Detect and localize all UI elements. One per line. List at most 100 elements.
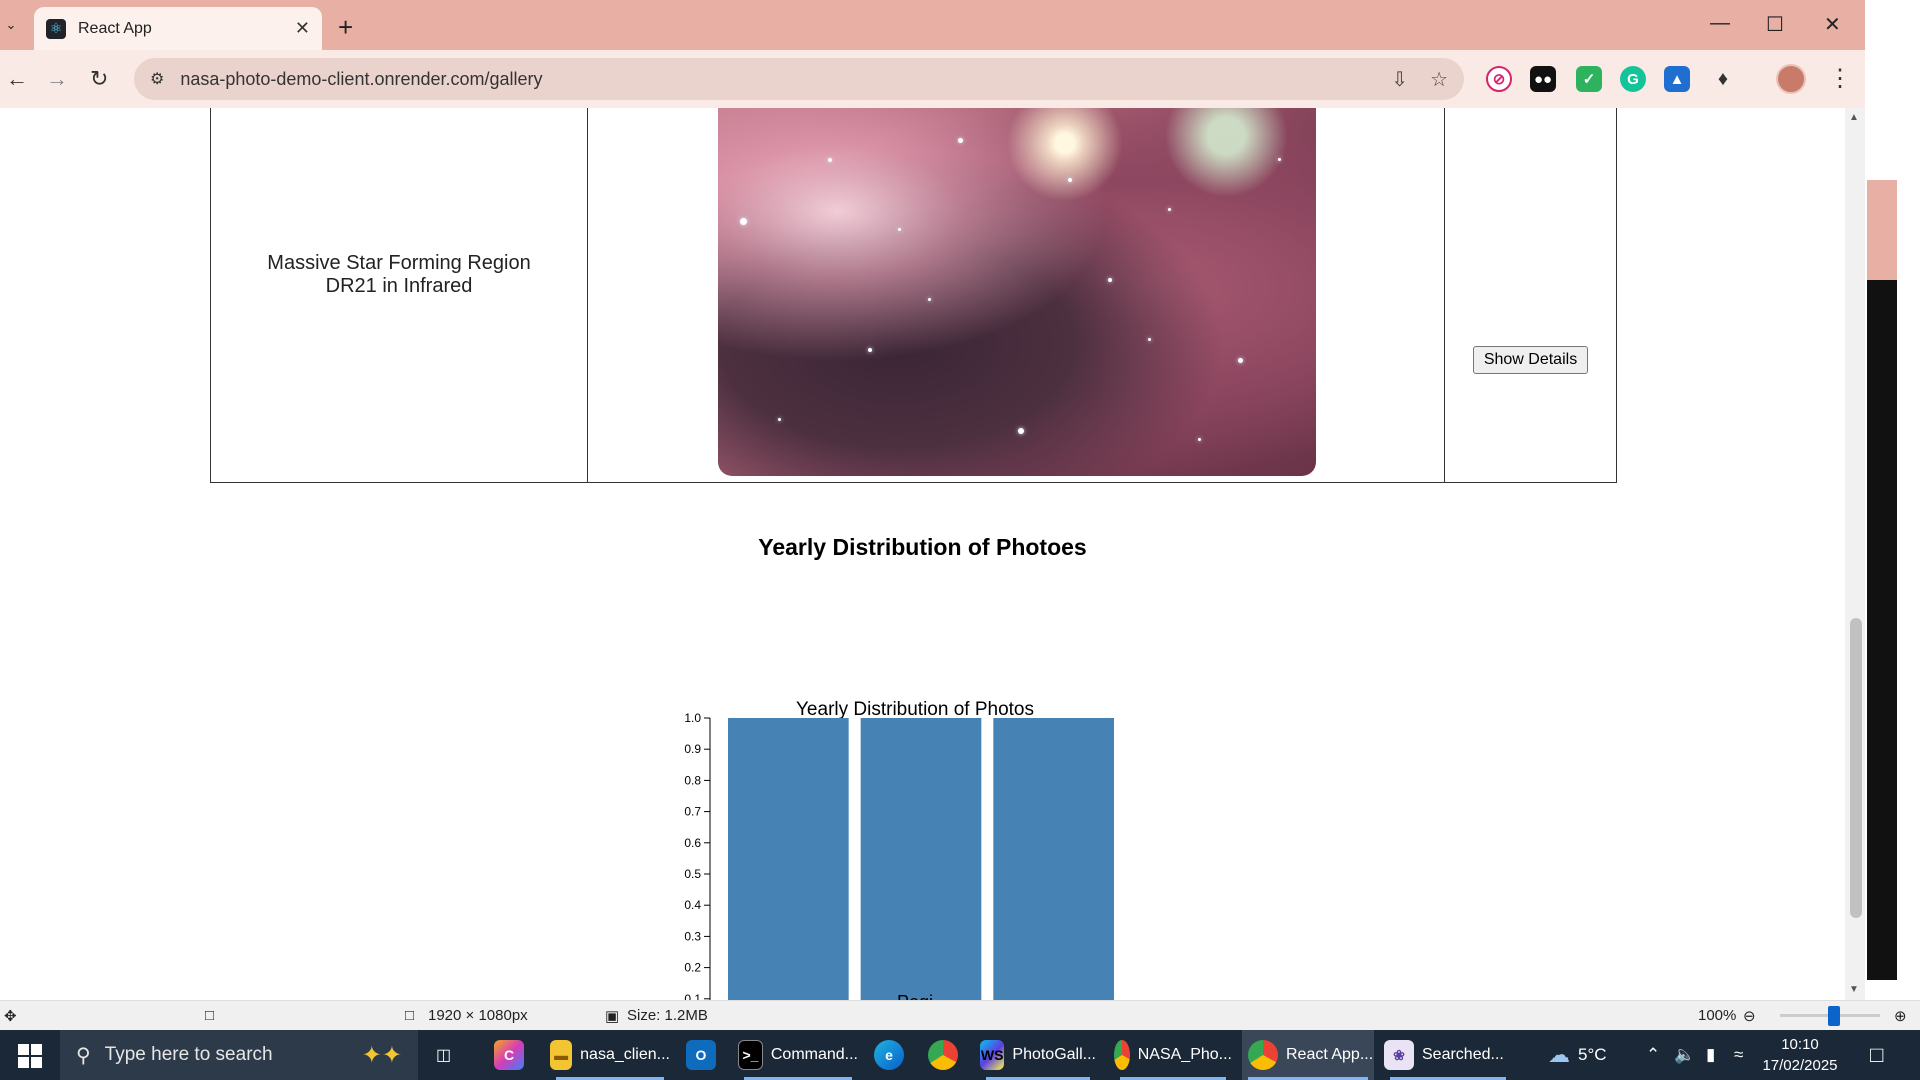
edge-icon: e: [874, 1040, 904, 1070]
search-icon: ⚲: [76, 1044, 91, 1067]
browser-menu-icon[interactable]: ⋮: [1828, 64, 1852, 93]
weather-temp: 5°C: [1578, 1045, 1607, 1064]
battery-icon[interactable]: ▮: [1706, 1030, 1715, 1080]
taskbar-item-label: React App...: [1286, 1046, 1374, 1063]
extensions-puzzle-icon[interactable]: ♦: [1710, 66, 1736, 92]
taskbar-item-label: PhotoGall...: [1012, 1046, 1096, 1063]
copilot-app[interactable]: C: [494, 1030, 532, 1080]
taskbar-item-label: Command...: [770, 1046, 858, 1063]
block-extension-icon[interactable]: ⊘: [1486, 66, 1512, 92]
search-placeholder: Type here to search: [104, 1044, 273, 1065]
tab-strip: ⌄ ⚛ React App ✕ + — ☐ ✕: [0, 0, 1865, 50]
terminal-icon: >_: [738, 1040, 763, 1070]
taskbar-item-webstorm[interactable]: WS PhotoGall...: [980, 1030, 1096, 1080]
photo-title: Massive Star Forming Region DR21 in Infr…: [267, 252, 531, 297]
image-extension-icon[interactable]: ▲: [1664, 66, 1690, 92]
photo-action-cell: Show Details: [1445, 108, 1616, 482]
chrome-icon: [1248, 1040, 1278, 1070]
taskbar-item-label: Searched...: [1422, 1046, 1504, 1063]
taskbar-item-paint[interactable]: ❀ Searched...: [1384, 1030, 1512, 1080]
browser-tab[interactable]: ⚛ React App ✕: [34, 7, 322, 50]
new-tab-plus-icon[interactable]: +: [338, 12, 353, 43]
outlook-app[interactable]: O: [686, 1030, 724, 1080]
photo-title-cell: Massive Star Forming Region DR21 in Infr…: [211, 108, 588, 482]
chart-bar: [993, 718, 1114, 1000]
window-close-icon[interactable]: ✕: [1824, 12, 1841, 37]
zoom-slider-knob[interactable]: [1828, 1006, 1840, 1026]
tab-search-chevron-icon[interactable]: ⌄: [0, 8, 22, 42]
move-icon[interactable]: ✥: [4, 1007, 17, 1025]
weather-widget[interactable]: ☁ 5°C: [1548, 1030, 1607, 1080]
scrollbar-thumb[interactable]: [1850, 618, 1862, 918]
forward-arrow-icon[interactable]: →: [46, 66, 68, 92]
tray-chevron-icon[interactable]: ⌃: [1646, 1030, 1660, 1080]
cloud-icon: ☁: [1548, 1042, 1570, 1067]
side-panel: [1865, 0, 1920, 1000]
photo-cell: [588, 108, 1445, 482]
minimize-icon[interactable]: —: [1710, 12, 1730, 35]
site-info-icon[interactable]: ⚙: [150, 69, 164, 89]
bookmark-star-icon[interactable]: ☆: [1430, 67, 1448, 92]
install-app-icon[interactable]: ⇩: [1391, 67, 1408, 92]
chart-title: Yearly Distribution of Photos: [796, 699, 1034, 720]
y-tick-label: 1.0: [684, 711, 701, 725]
profile-avatar[interactable]: [1776, 64, 1806, 94]
nebula-photo: [718, 108, 1316, 476]
selection-icon: □: [205, 1007, 215, 1024]
chrome-app[interactable]: [928, 1030, 966, 1080]
zoom-out-icon[interactable]: ⊖: [1743, 1007, 1756, 1025]
taskbar-item-label: NASA_Pho...: [1137, 1046, 1232, 1063]
taskbar-search[interactable]: ⚲ Type here to search ✦✦: [60, 1030, 418, 1080]
y-tick-label: 0.8: [684, 773, 701, 787]
webstorm-icon: WS: [980, 1040, 1005, 1070]
zoom-in-icon[interactable]: ⊕: [1894, 1007, 1907, 1025]
y-tick-label: 0.9: [684, 742, 701, 756]
taskbar-item-label: nasa_clien...: [580, 1046, 670, 1063]
outlook-icon: O: [686, 1040, 716, 1070]
scroll-down-icon[interactable]: ▼: [1849, 984, 1859, 995]
wifi-icon[interactable]: ≈: [1734, 1030, 1743, 1080]
shield-extension-icon[interactable]: ✓: [1576, 66, 1602, 92]
windows-taskbar: ⚲ Type here to search ✦✦ ◫ C ▬ nasa_clie…: [0, 1030, 1920, 1080]
y-tick-label: 0.4: [684, 898, 701, 912]
address-bar[interactable]: ⚙ nasa-photo-demo-client.onrender.com/ga…: [134, 58, 1464, 100]
glasses-extension-icon[interactable]: ●●: [1530, 66, 1556, 92]
url-text[interactable]: nasa-photo-demo-client.onrender.com/gall…: [180, 69, 1369, 90]
y-tick-label: 0.5: [684, 867, 701, 881]
back-arrow-icon[interactable]: ←: [6, 66, 28, 92]
taskbar-item-nasa[interactable]: NASA_Pho...: [1114, 1030, 1232, 1080]
notifications-icon[interactable]: □: [1870, 1030, 1883, 1080]
browser-toolbar: ← → ↻ ⚙ nasa-photo-demo-client.onrender.…: [0, 50, 1865, 108]
y-tick-label: 0.3: [684, 929, 701, 943]
reload-icon[interactable]: ↻: [90, 66, 108, 92]
chrome-icon: [1114, 1040, 1130, 1070]
page-scrollbar[interactable]: ▲ ▼: [1845, 108, 1865, 1000]
tab-close-icon[interactable]: ✕: [295, 18, 310, 39]
scroll-up-icon[interactable]: ▲: [1849, 112, 1859, 123]
grammarly-icon[interactable]: G: [1620, 66, 1646, 92]
taskbar-item-command[interactable]: >_ Command...: [738, 1030, 858, 1080]
system-clock[interactable]: 10:10 17/02/2025: [1760, 1034, 1840, 1076]
paint-palette-icon: ❀: [1384, 1040, 1414, 1070]
clock-date: 17/02/2025: [1762, 1057, 1838, 1074]
page-viewport: Massive Star Forming Region DR21 in Infr…: [0, 108, 1845, 1000]
taskbar-item-react-app[interactable]: React App...: [1242, 1030, 1374, 1080]
image-viewer-statusbar: ✥ □ □ 1920 × 1080px ▣ Size: 1.2MB 100% ⊖…: [0, 1000, 1920, 1030]
chart-section-heading: Yearly Distribution of Photoes: [758, 534, 1087, 560]
x-axis-label: Pegi: [897, 992, 933, 1000]
chart-bar: [860, 718, 982, 1000]
copilot-icon: C: [494, 1040, 524, 1070]
task-view-icon[interactable]: ◫: [436, 1030, 451, 1080]
file-size: Size: 1.2MB: [627, 1007, 708, 1024]
side-panel-content: [1867, 280, 1897, 980]
speaker-muted-icon[interactable]: 🔈: [1674, 1030, 1695, 1080]
windows-start-icon[interactable]: [18, 1044, 42, 1068]
folder-icon: ▬: [550, 1040, 573, 1070]
taskbar-item-explorer[interactable]: ▬ nasa_clien...: [550, 1030, 670, 1080]
edge-app[interactable]: e: [874, 1030, 912, 1080]
save-disk-icon: ▣: [605, 1008, 620, 1025]
zoom-slider[interactable]: [1780, 1006, 1880, 1026]
maximize-icon[interactable]: ☐: [1766, 12, 1784, 37]
gallery-table-row: Massive Star Forming Region DR21 in Infr…: [210, 108, 1617, 483]
show-details-button[interactable]: Show Details: [1472, 346, 1589, 374]
